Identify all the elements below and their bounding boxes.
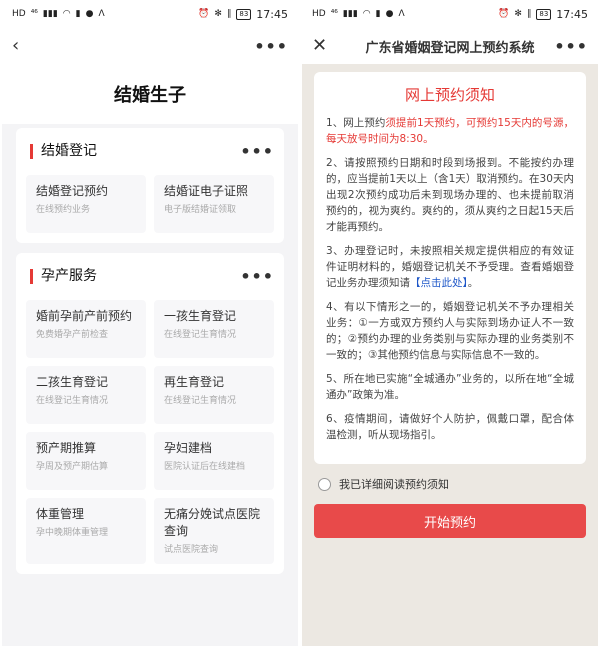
sim-icon: ▮: [375, 8, 381, 19]
section-marriage-registration: 结婚登记 ••• 结婚登记预约 在线预约业务 结婚证电子证照 电子版结婚证领取: [16, 128, 284, 243]
wifi-icon: ◠: [62, 8, 71, 19]
status-bar: HD ⁴⁶ ▮▮▮ ◠ ▮ ● ᐱ ⏰ ✻ ∥ 83 17:45: [2, 0, 298, 28]
signal-icon: ▮▮▮: [342, 8, 358, 19]
page-header: 结婚生子: [2, 64, 298, 124]
network-4g-icon: ⁴⁶: [330, 8, 338, 19]
section-title: 孕产服务: [30, 269, 97, 284]
section-maternity-services: 孕产服务 ••• 婚前孕前产前预约 免费婚孕产前检查 一孩生育登记 在线登记生育…: [16, 253, 284, 574]
status-left: HD ⁴⁶ ▮▮▮ ◠ ▮ ● ᐱ: [312, 8, 405, 19]
status-left: HD ⁴⁶ ▮▮▮ ◠ ▮ ● ᐱ: [12, 8, 105, 19]
bluetooth-icon: ✻: [514, 8, 522, 19]
tile-subtitle: 在线登记生育情况: [36, 396, 109, 406]
nav-title: 广东省婚姻登记网上预约系统: [365, 40, 535, 56]
tile-subtitle: 在线登记生育情况: [164, 396, 237, 406]
vibrate-icon: ∥: [526, 8, 532, 19]
tile-subtitle: 免费婚孕产前检查: [36, 330, 109, 340]
app-notification-icon: ᐱ: [398, 8, 405, 19]
more-options-icon[interactable]: •••: [240, 142, 274, 161]
tile-marriage-appointment[interactable]: 结婚登记预约 在线预约业务: [26, 175, 146, 233]
more-options-icon[interactable]: •••: [254, 37, 288, 56]
chat-icon: ●: [385, 8, 394, 19]
tile-due-date-calculator[interactable]: 预产期推算 孕周及预产期估算: [26, 432, 146, 490]
alarm-icon: ⏰: [198, 8, 210, 19]
notice-item-1-prefix: 1、网上预约: [326, 117, 386, 129]
nav-bar: ‹ •••: [2, 28, 298, 64]
tile-title: 体重管理: [36, 507, 85, 521]
service-grid: 结婚登记预约 在线预约业务 结婚证电子证照 电子版结婚证领取: [26, 175, 274, 233]
notice-item-5: 5、所在地已实施“全城通办”业务的，以所在地“全城通办”政策为准。: [326, 373, 574, 401]
section-header: 孕产服务 •••: [26, 267, 274, 286]
tile-painless-delivery-hospitals[interactable]: 无痛分娩试点医院查询 试点医院查询: [154, 498, 274, 564]
tile-title: 结婚登记预约: [36, 184, 109, 198]
agree-radio[interactable]: [318, 477, 331, 491]
tile-marriage-e-certificate[interactable]: 结婚证电子证照 电子版结婚证领取: [154, 175, 274, 233]
start-appointment-button[interactable]: 开始预约: [314, 504, 586, 538]
status-time: 17:45: [256, 7, 288, 21]
nav-bar: ✕ 广东省婚姻登记网上预约系统 •••: [302, 28, 598, 64]
tile-second-child-registration[interactable]: 二孩生育登记 在线登记生育情况: [26, 366, 146, 424]
tile-title: 二孩生育登记: [36, 375, 109, 389]
service-grid: 婚前孕前产前预约 免费婚孕产前检查 一孩生育登记 在线登记生育情况 二孩生育登记…: [26, 300, 274, 564]
left-screen: HD ⁴⁶ ▮▮▮ ◠ ▮ ● ᐱ ⏰ ✻ ∥ 83 17:45 ‹ ••• 结…: [2, 0, 298, 646]
wifi-icon: ◠: [362, 8, 371, 19]
agree-label: 我已详细阅读预约须知: [339, 478, 449, 491]
more-options-icon[interactable]: •••: [240, 267, 274, 286]
status-right: ⏰ ✻ ∥ 83 17:45: [498, 8, 588, 21]
notice-item-1: 1、网上预约须提前1天预约，可预约15天内的号源，每天放号时间为8:30。: [326, 115, 574, 147]
page-title: 结婚生子: [114, 85, 186, 106]
notice-item-6: 6、疫情期间，请做好个人防护，佩戴口罩，配合体温检测，听从现场指引。: [326, 413, 574, 441]
chat-icon: ●: [85, 8, 94, 19]
tile-title: 一孩生育登记: [164, 309, 237, 323]
tile-subtitle: 在线登记生育情况: [164, 330, 237, 340]
tile-title: 再生育登记: [164, 375, 225, 389]
status-time: 17:45: [556, 7, 588, 21]
bluetooth-icon: ✻: [214, 8, 222, 19]
agree-row[interactable]: 我已详细阅读预约须知: [302, 476, 598, 492]
tile-subtitle: 电子版结婚证领取: [164, 205, 237, 215]
notice-item-4: 4、有以下情形之一的，婚姻登记机关不予办理相关业务：①一方或双方预约人与实际到场…: [326, 301, 574, 361]
tile-subtitle: 试点医院查询: [164, 545, 219, 555]
tile-subtitle: 在线预约业务: [36, 205, 91, 215]
tile-title: 无痛分娩试点医院查询: [164, 507, 261, 538]
tile-subtitle: 孕周及预产期估算: [36, 462, 109, 472]
notice-item-3-end: 。: [467, 277, 479, 289]
tile-title: 预产期推算: [36, 441, 97, 455]
status-bar: HD ⁴⁶ ▮▮▮ ◠ ▮ ● ᐱ ⏰ ✻ ∥ 83 17:45: [302, 0, 598, 28]
app-notification-icon: ᐱ: [98, 8, 105, 19]
notice-title: 网上预约须知: [404, 86, 495, 104]
right-screen: HD ⁴⁶ ▮▮▮ ◠ ▮ ● ᐱ ⏰ ✻ ∥ 83 17:45 ✕ 广东省婚姻…: [302, 0, 598, 646]
hd-icon: HD: [312, 8, 326, 19]
vibrate-icon: ∥: [226, 8, 232, 19]
section-title: 结婚登记: [30, 144, 97, 159]
tile-subtitle: 孕中晚期体重管理: [36, 528, 109, 538]
tile-pregnancy-file[interactable]: 孕妇建档 医院认证后在线建档: [154, 432, 274, 490]
battery-icon: 83: [536, 8, 552, 20]
click-here-link[interactable]: 【点击此处】: [410, 277, 468, 289]
tile-subtitle: 医院认证后在线建档: [164, 462, 246, 472]
tile-further-child-registration[interactable]: 再生育登记 在线登记生育情况: [154, 366, 274, 424]
sim-icon: ▮: [75, 8, 81, 19]
notice-card: 网上预约须知 1、网上预约须提前1天预约，可预约15天内的号源，每天放号时间为8…: [314, 72, 586, 464]
battery-icon: 83: [236, 8, 252, 20]
close-icon[interactable]: ✕: [312, 37, 327, 55]
status-right: ⏰ ✻ ∥ 83 17:45: [198, 8, 288, 21]
signal-icon: ▮▮▮: [42, 8, 58, 19]
notice-item-2: 2、请按照预约日期和时段到场报到。不能按约办理的，应当提前1天以上（含1天）取消…: [326, 157, 574, 233]
tile-title: 孕妇建档: [164, 441, 213, 455]
tile-weight-management[interactable]: 体重管理 孕中晚期体重管理: [26, 498, 146, 564]
notice-item-3: 3、办理登记时，未按照相关规定提供相应的有效证件证明材料的，婚姻登记机关不予受理…: [326, 243, 574, 291]
tile-title: 结婚证电子证照: [164, 184, 249, 198]
tile-first-child-registration[interactable]: 一孩生育登记 在线登记生育情况: [154, 300, 274, 358]
network-4g-icon: ⁴⁶: [30, 8, 38, 19]
hd-icon: HD: [12, 8, 26, 19]
section-header: 结婚登记 •••: [26, 142, 274, 161]
tile-prenatal-appointment[interactable]: 婚前孕前产前预约 免费婚孕产前检查: [26, 300, 146, 358]
tile-title: 婚前孕前产前预约: [36, 309, 133, 323]
back-icon[interactable]: ‹: [12, 37, 19, 55]
alarm-icon: ⏰: [498, 8, 510, 19]
